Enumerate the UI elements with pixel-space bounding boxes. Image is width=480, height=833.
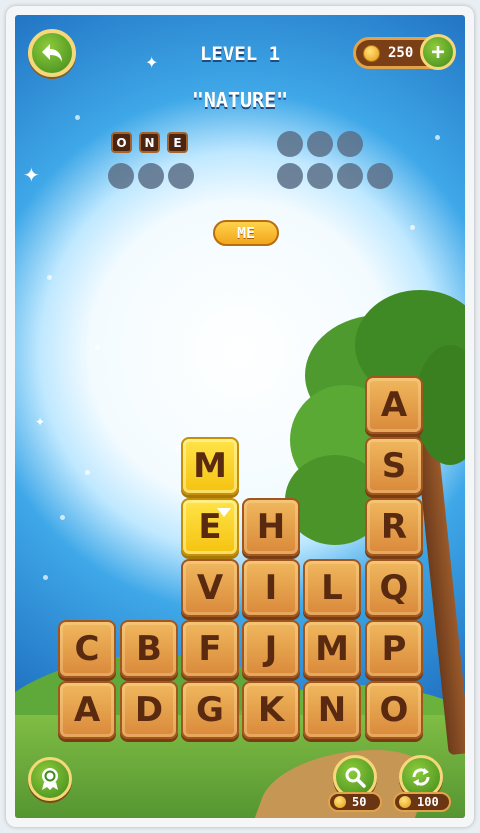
letter-tile[interactable]: O: [365, 681, 423, 739]
coin-balance: 250 +: [353, 34, 456, 70]
shuffle-cost: 100: [393, 792, 451, 812]
letter-tile[interactable]: B: [120, 620, 178, 678]
plus-icon: +: [431, 39, 445, 65]
empty-letter-slot: [307, 163, 333, 189]
letter-tile[interactable]: V: [181, 559, 239, 617]
found-letter: O: [111, 132, 132, 153]
ribbon-badge-icon: [42, 768, 58, 790]
letter-tile[interactable]: S: [365, 437, 423, 495]
back-button[interactable]: [28, 29, 76, 77]
letter-tile[interactable]: I: [242, 559, 300, 617]
coin-icon: [399, 796, 411, 808]
letter-tile[interactable]: C: [58, 620, 116, 678]
letter-tile[interactable]: K: [242, 681, 300, 739]
letter-tile-selected[interactable]: M: [181, 437, 239, 495]
back-arrow-icon: [42, 44, 62, 62]
achievements-button[interactable]: [28, 757, 72, 801]
found-letter: E: [167, 132, 188, 153]
letter-tile[interactable]: M: [303, 620, 361, 678]
current-word-display: ME: [213, 220, 279, 246]
letter-tile[interactable]: L: [303, 559, 361, 617]
letter-tile[interactable]: H: [242, 498, 300, 556]
coin-icon: [363, 45, 380, 62]
star-icon: ✦: [23, 163, 40, 187]
letter-tile[interactable]: N: [303, 681, 361, 739]
hint-cost: 50: [328, 792, 382, 812]
level-title: LEVEL 1: [199, 43, 281, 65]
letter-tile[interactable]: Q: [365, 559, 423, 617]
letter-tile[interactable]: J: [242, 620, 300, 678]
magnifier-icon: [345, 767, 366, 788]
empty-letter-slot: [108, 163, 134, 189]
coin-count: 250: [388, 45, 414, 61]
star-icon: ✦: [145, 53, 159, 72]
star-icon: ✦: [35, 415, 46, 429]
shuffle-icon: [412, 768, 430, 786]
empty-letter-slot: [337, 131, 363, 157]
letter-tile[interactable]: P: [365, 620, 423, 678]
empty-letter-slot: [168, 163, 194, 189]
letter-tile[interactable]: F: [181, 620, 239, 678]
selection-arrow-icon: [217, 508, 231, 517]
letter-tile[interactable]: A: [58, 681, 116, 739]
coin-icon: [334, 796, 346, 808]
letter-tile[interactable]: D: [120, 681, 178, 739]
empty-letter-slot: [307, 131, 333, 157]
game-screen: ✦ ✦ ✦ LEVEL 1 250 + "NATURE" O N E ME A …: [15, 15, 465, 818]
letter-tile-selected[interactable]: E: [181, 498, 239, 556]
empty-letter-slot: [337, 163, 363, 189]
letter-tile[interactable]: A: [365, 376, 423, 434]
empty-letter-slot: [277, 131, 303, 157]
found-letter: N: [139, 132, 160, 153]
letter-tile[interactable]: R: [365, 498, 423, 556]
add-coins-button[interactable]: +: [420, 34, 456, 70]
empty-letter-slot: [277, 163, 303, 189]
category-title: "NATURE": [191, 88, 289, 112]
empty-letter-slot: [367, 163, 393, 189]
empty-letter-slot: [138, 163, 164, 189]
letter-tile[interactable]: G: [181, 681, 239, 739]
